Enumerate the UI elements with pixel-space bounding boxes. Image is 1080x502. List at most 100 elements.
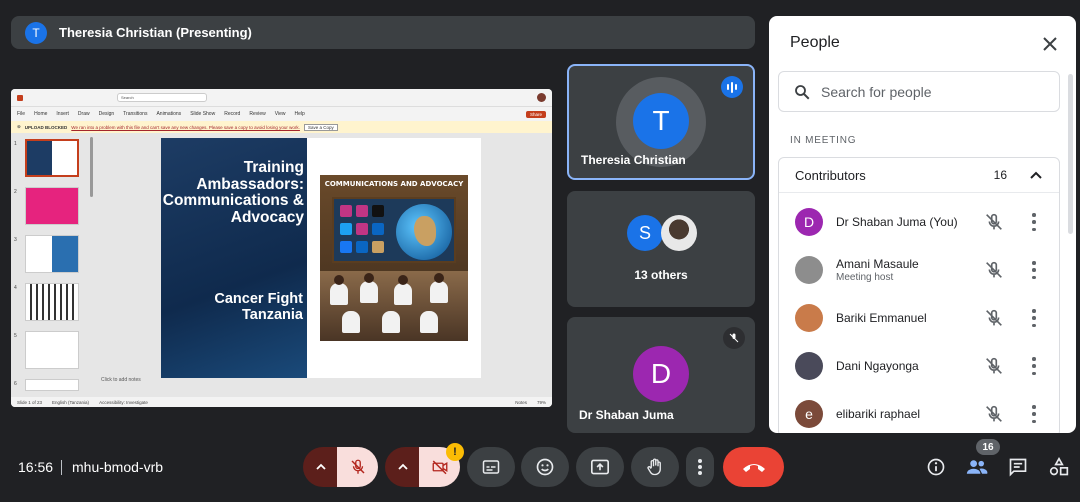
meeting-details-button[interactable] <box>924 455 948 479</box>
more-options-icon[interactable] <box>1031 213 1037 231</box>
others-avatars: S <box>627 215 697 251</box>
ppt-menu-item: Transitions <box>123 111 148 117</box>
poster-title: COMMUNICATIONS AND ADVOCACY <box>324 180 464 188</box>
ppt-search-box: Search <box>117 93 207 102</box>
chevron-up-icon <box>316 463 326 470</box>
ppt-menu-item: Design <box>98 111 115 117</box>
more-options-icon[interactable] <box>1031 261 1037 279</box>
participant-row[interactable]: e elibariki raphael <box>779 390 1059 433</box>
student-head <box>334 275 344 285</box>
slide-thumbnails: 1 2 3 4 5 6 <box>11 137 97 397</box>
slide-thumbnail <box>25 187 79 225</box>
leave-call-button[interactable] <box>723 447 784 487</box>
chat-button[interactable] <box>1006 455 1030 479</box>
linkedin-icon <box>356 241 368 253</box>
people-count-badge: 16 <box>976 439 1000 455</box>
facebook-icon <box>340 241 352 253</box>
mic-off-icon <box>986 213 1002 230</box>
accessibility-status: Accessibility: Investigate <box>99 399 148 405</box>
slide-thumbnail <box>25 379 79 391</box>
divider <box>61 460 62 475</box>
present-icon <box>591 459 609 475</box>
warning-message: We ran into a problem with this file and… <box>71 124 300 130</box>
microphone-toggle-button[interactable] <box>337 447 378 487</box>
ppt-user-avatar <box>537 93 546 102</box>
participant-avatar: T <box>633 93 689 149</box>
participant-avatar: D <box>795 208 823 236</box>
participant-role: Meeting host <box>836 272 894 283</box>
search-people-input[interactable]: Search for people <box>778 71 1060 112</box>
mic-off-icon <box>986 357 1002 374</box>
notes-toggle: Notes <box>515 399 527 405</box>
present-screen-button[interactable] <box>576 447 624 487</box>
ppt-titlebar: Search <box>11 89 552 107</box>
ppt-menubar: File Home Insert Draw Design Transitions… <box>11 107 552 121</box>
audio-options-button[interactable] <box>303 447 339 487</box>
group-label: Contributors <box>795 167 866 183</box>
slide-thumbnail <box>25 139 79 177</box>
language-status: English (Tanzania) <box>52 399 90 405</box>
more-options-button[interactable] <box>686 447 714 487</box>
participant-tile-self[interactable]: D Dr Shaban Juma <box>567 317 755 433</box>
ppt-menu-item: Record <box>224 111 241 117</box>
thumb-number: 3 <box>14 237 17 243</box>
slide-subtitle: Cancer Fight Tanzania <box>214 291 303 323</box>
student-figure <box>382 311 400 333</box>
linkedin-icon <box>372 223 384 235</box>
ppt-menu-item: View <box>274 111 286 117</box>
raise-hand-button[interactable] <box>631 447 679 487</box>
activities-button[interactable] <box>1047 455 1071 479</box>
instagram-icon <box>340 205 352 217</box>
warning-label: UPLOAD BLOCKED <box>24 124 68 130</box>
warning-badge: ! <box>446 443 464 461</box>
student-figure <box>342 311 360 333</box>
more-options-icon[interactable] <box>1031 405 1037 423</box>
participant-avatar: D <box>633 346 689 402</box>
people-button[interactable] <box>965 455 989 479</box>
participant-name: Bariki Emmanuel <box>836 311 927 325</box>
participant-avatar: S <box>627 215 663 251</box>
activities-icon <box>1049 457 1069 476</box>
shared-screen[interactable]: Search File Home Insert Draw Design Tran… <box>11 89 552 407</box>
captions-button[interactable] <box>467 447 515 487</box>
video-options-button[interactable] <box>385 447 421 487</box>
slide-title-panel: Training Ambassadors: Communications & A… <box>161 138 307 378</box>
student-figure <box>360 281 378 303</box>
panel-scrollbar[interactable] <box>1068 74 1073 234</box>
more-options-icon[interactable] <box>1031 309 1037 327</box>
contributors-header[interactable]: Contributors 16 <box>779 158 1059 193</box>
participant-name: Theresia Christian <box>581 153 686 167</box>
close-icon[interactable] <box>1040 34 1060 54</box>
notes-placeholder: Click to add notes <box>101 377 141 383</box>
participant-photo <box>795 304 823 332</box>
reactions-button[interactable] <box>521 447 569 487</box>
participant-tile-presenter[interactable]: T Theresia Christian <box>567 64 755 180</box>
thumb-number: 1 <box>14 141 17 147</box>
classroom-desks <box>320 271 468 341</box>
student-figure <box>330 283 348 305</box>
participant-name: Amani Masaule <box>836 257 919 271</box>
people-panel: People Search for people IN MEETING Cont… <box>769 16 1076 433</box>
participant-name: Dani Ngayonga <box>836 359 919 373</box>
participant-row[interactable]: Amani Masaule Meeting host <box>779 246 1059 294</box>
search-placeholder: Search for people <box>821 83 932 100</box>
ppt-workspace: 1 2 3 4 5 6 Training Ambassadors: Commun… <box>11 133 552 397</box>
student-figure <box>394 283 412 305</box>
more-options-icon[interactable] <box>1031 357 1037 375</box>
meeting-clock: 16:56 <box>18 459 54 475</box>
social-icon <box>372 241 384 253</box>
participant-row[interactable]: Bariki Emmanuel <box>779 294 1059 342</box>
chevron-up-icon <box>398 463 408 470</box>
participant-row[interactable]: D Dr Shaban Juma (You) <box>779 198 1059 246</box>
slide-counter: Slide 1 of 23 <box>17 399 43 405</box>
save-copy-button: Save a Copy <box>303 123 338 131</box>
participant-name: Dr Shaban Juma (You) <box>836 215 958 229</box>
contributors-group: Contributors 16 D Dr Shaban Juma (You) A… <box>778 157 1060 433</box>
ppt-share-button: Share <box>525 110 546 118</box>
participant-row[interactable]: Dani Ngayonga <box>779 342 1059 390</box>
participant-tile-others[interactable]: S 13 others <box>567 191 755 307</box>
mic-off-icon <box>350 459 365 474</box>
presenter-label: Theresia Christian (Presenting) <box>59 25 252 40</box>
thumb-number: 5 <box>14 333 17 339</box>
participant-name: Dr Shaban Juma <box>579 408 674 422</box>
